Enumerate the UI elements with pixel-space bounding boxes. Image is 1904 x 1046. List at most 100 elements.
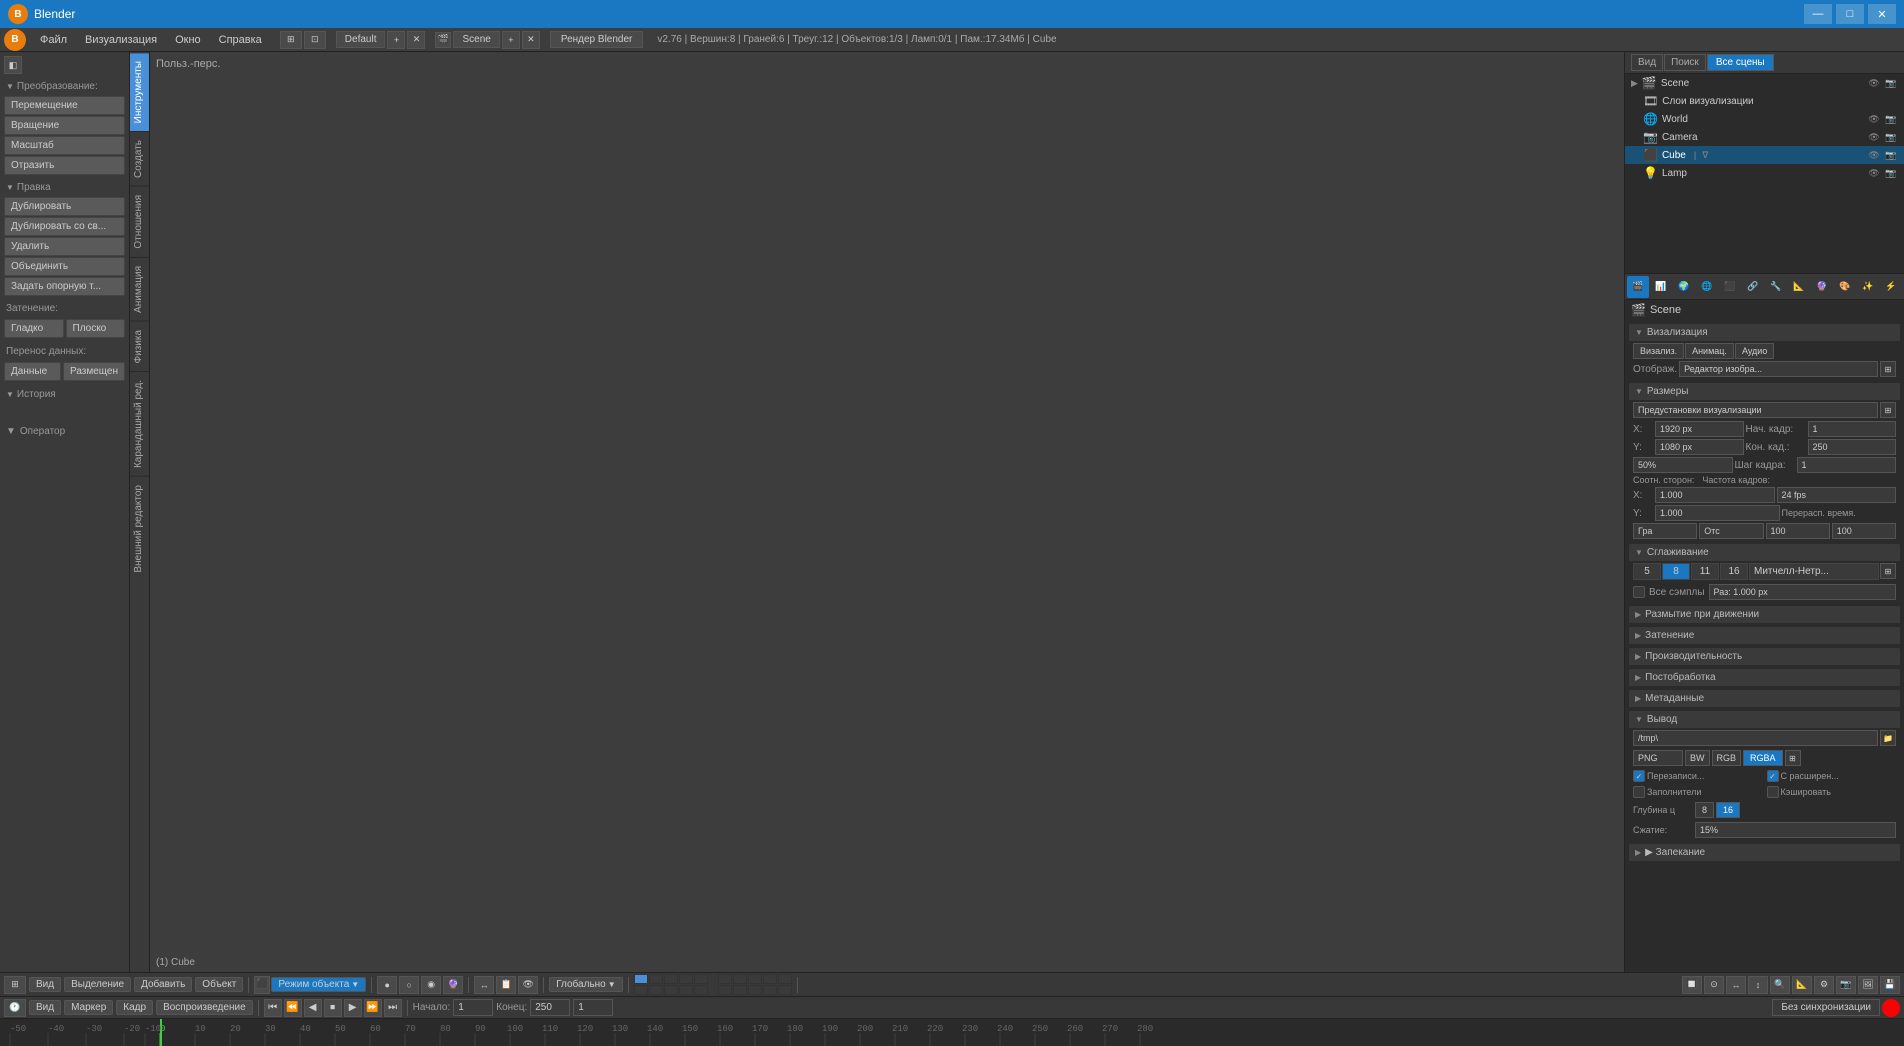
scene-add[interactable]: + xyxy=(502,31,520,49)
rgba-btn[interactable]: RGBA xyxy=(1743,750,1783,766)
tl-play[interactable]: ▶ xyxy=(344,999,362,1017)
shading-solid-btn[interactable]: ● xyxy=(377,976,397,994)
props-tab-render-layers[interactable]: 📊 xyxy=(1650,276,1672,298)
layer-btn[interactable]: 📋 xyxy=(496,976,516,994)
aa-title[interactable]: Сглаживание xyxy=(1629,544,1900,561)
extra-btn1[interactable]: ↔ xyxy=(1726,976,1746,994)
transform-space-btn[interactable]: Глобально▼ xyxy=(549,977,622,992)
viz-tab-render[interactable]: Визализ. xyxy=(1633,343,1684,359)
props-tab-particles[interactable]: ✨ xyxy=(1857,276,1879,298)
bt-view[interactable]: Вид xyxy=(29,977,61,992)
props-tab-data[interactable]: 📐 xyxy=(1788,276,1810,298)
viz-tab-audio[interactable]: Аудио xyxy=(1735,343,1774,359)
tl-jump-start[interactable]: ⏮ xyxy=(264,999,282,1017)
lamp-vis-icon[interactable]: 👁 xyxy=(1867,166,1881,180)
layer-17[interactable] xyxy=(733,985,747,995)
tl-view-btn[interactable]: Вид xyxy=(29,1000,61,1015)
format-expand[interactable]: ⊞ xyxy=(1785,750,1801,766)
viewport-3d[interactable]: X Y Z Польз.-перс. (1) Cube xyxy=(150,52,1624,972)
layer-10[interactable] xyxy=(694,985,708,995)
layer-19[interactable] xyxy=(763,985,777,995)
layer-4[interactable] xyxy=(679,974,693,984)
resolution-title[interactable]: Размеры xyxy=(1629,383,1900,400)
props-tab-world[interactable]: 🌐 xyxy=(1696,276,1718,298)
outliner-scenes-btn[interactable]: Все сцены xyxy=(1707,54,1774,71)
cube-render-icon[interactable]: 📷 xyxy=(1884,148,1898,162)
move-button[interactable]: Перемещение xyxy=(4,96,125,115)
outliner-item-lamp[interactable]: 💡 Lamp 👁 📷 xyxy=(1625,164,1904,182)
timeline-ruler[interactable]: -50 -40 -30 -20 -10 0 10 20 30 40 50 60 … xyxy=(0,1019,1904,1046)
extra-btn6[interactable]: 📷 xyxy=(1836,976,1856,994)
tl-sync-mode[interactable]: Без синхронизации xyxy=(1772,999,1880,1016)
editor-mode-btn[interactable]: ⊡ xyxy=(304,31,326,49)
camera-render-icon[interactable]: 📷 xyxy=(1884,130,1898,144)
post-processing-title[interactable]: Постобработка xyxy=(1629,669,1900,686)
tl-playback-btn[interactable]: Воспроизведение xyxy=(156,1000,253,1015)
preset-expand[interactable]: ⊞ xyxy=(1880,402,1896,418)
layer-18[interactable] xyxy=(748,985,762,995)
outliner-item-world[interactable]: 🌐 World 👁 📷 xyxy=(1625,110,1904,128)
layer-7[interactable] xyxy=(649,985,663,995)
extra-btn4[interactable]: 📐 xyxy=(1792,976,1812,994)
tl-next-frame[interactable]: ⏩ xyxy=(364,999,382,1017)
outliner-view-btn[interactable]: Вид xyxy=(1631,54,1663,71)
tl-start-field[interactable]: 1 xyxy=(453,999,493,1016)
bt-object[interactable]: Объект xyxy=(195,977,243,992)
shading-title-props[interactable]: Затенение xyxy=(1629,627,1900,644)
scene-render-icon[interactable]: 📷 xyxy=(1884,76,1898,90)
fps-dropdown[interactable]: 24 fps xyxy=(1777,487,1897,503)
snap-btn[interactable]: 🔲 xyxy=(1682,976,1702,994)
lamp-render-icon[interactable]: 📷 xyxy=(1884,166,1898,180)
shading-mat-btn[interactable]: 🔮 xyxy=(443,976,463,994)
world-vis-icon[interactable]: 👁 xyxy=(1867,112,1881,126)
render-engine-selector[interactable]: Рендер Blender xyxy=(550,31,644,48)
outliner-item-scene[interactable]: ▶ 🎬 Scene 👁 📷 xyxy=(1625,74,1904,92)
dup-linked-button[interactable]: Дублировать со св... xyxy=(4,217,125,236)
scene-remove[interactable]: ✕ xyxy=(522,31,540,49)
tl-type-icon[interactable]: 🕐 xyxy=(4,999,26,1017)
layer-5[interactable] xyxy=(694,974,708,984)
outliner-item-camera[interactable]: 📷 Camera 👁 📷 xyxy=(1625,128,1904,146)
start-frame-field[interactable]: 1 xyxy=(1808,421,1897,437)
menu-window[interactable]: Окно xyxy=(167,32,209,48)
extra-btn3[interactable]: 🔍 xyxy=(1770,976,1790,994)
props-tab-texture[interactable]: 🎨 xyxy=(1834,276,1856,298)
layer-16[interactable] xyxy=(718,985,732,995)
aspect-y-field[interactable]: 1.000 xyxy=(1655,505,1780,521)
aspect-x-field[interactable]: 1.000 xyxy=(1655,487,1775,503)
tl-marker-btn[interactable]: Маркер xyxy=(64,1000,113,1015)
display-dropdown[interactable]: Редактор изобра... xyxy=(1679,361,1878,377)
output-title[interactable]: Вывод xyxy=(1629,711,1900,728)
layer-3[interactable] xyxy=(664,974,678,984)
tl-jump-end[interactable]: ⏭ xyxy=(384,999,402,1017)
menu-file[interactable]: Файл xyxy=(32,32,75,48)
layer-20[interactable] xyxy=(778,985,792,995)
tl-end-field[interactable]: 250 xyxy=(530,999,570,1016)
bt-type-icon[interactable]: ⊞ xyxy=(4,976,26,994)
viz-tab-anim[interactable]: Анимац. xyxy=(1685,343,1734,359)
tl-frame-btn[interactable]: Кадр xyxy=(116,1000,153,1015)
outliner-search-btn[interactable]: Поиск xyxy=(1664,54,1706,71)
tab-external[interactable]: Внешний редактор xyxy=(130,476,149,581)
res-x-field[interactable]: 1920 px xyxy=(1655,421,1744,437)
delete-button[interactable]: Удалить xyxy=(4,237,125,256)
aa-16-btn[interactable]: 16 xyxy=(1720,563,1748,580)
res-y-field[interactable]: 1080 px xyxy=(1655,439,1744,455)
data-button[interactable]: Данные xyxy=(4,362,61,381)
workspace-add[interactable]: + xyxy=(387,31,405,49)
props-tab-render[interactable]: 🎬 xyxy=(1627,276,1649,298)
output-format-btn[interactable]: PNG xyxy=(1633,750,1683,766)
maximize-button[interactable]: □ xyxy=(1836,4,1864,24)
tl-current-field[interactable]: 1 xyxy=(573,999,613,1016)
layer-9[interactable] xyxy=(679,985,693,995)
props-tab-material[interactable]: 🔮 xyxy=(1811,276,1833,298)
world-render-icon[interactable]: 📷 xyxy=(1884,112,1898,126)
render-preset-btn[interactable]: Предустановки визуализации xyxy=(1633,402,1878,418)
tab-physics[interactable]: Физика xyxy=(130,321,149,372)
bw-btn[interactable]: BW xyxy=(1685,750,1710,766)
fps-100-btn1[interactable]: 100 xyxy=(1766,523,1830,539)
baking-title[interactable]: ▶ Запекание xyxy=(1629,844,1900,861)
layout-button[interactable]: Размещен xyxy=(63,362,125,381)
with-ext-cb[interactable]: ✓ xyxy=(1767,770,1779,782)
flat-button[interactable]: Плоско xyxy=(66,319,126,338)
